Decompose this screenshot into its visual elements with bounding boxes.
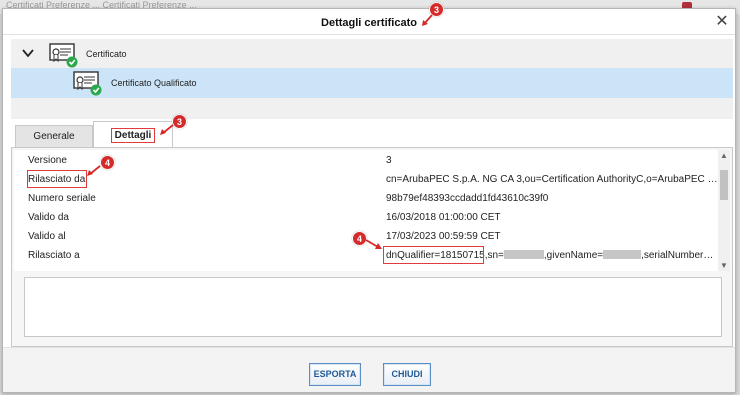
annotation-box-dn-qualifier	[383, 246, 484, 264]
annotation-box-issuer	[27, 170, 87, 188]
field-name: Versione	[28, 155, 67, 166]
chevron-down-icon[interactable]	[21, 46, 35, 60]
field-name: Valido al	[28, 231, 66, 242]
annotation-arrow-dn-qualifier	[365, 239, 382, 249]
field-value: cn=ArubaPEC S.p.A. NG CA 3,ou=Certificat…	[386, 174, 718, 185]
table-row[interactable]: Rilasciato da cn=ArubaPEC S.p.A. NG CA 3…	[14, 170, 718, 189]
fields-grid: Versione 3 Rilasciato da cn=ArubaPEC S.p…	[14, 150, 718, 271]
annotation-arrow-issuer	[87, 165, 101, 176]
annotation-badge-issuer: 4	[100, 155, 115, 170]
field-value: 3	[386, 155, 392, 166]
scrollbar-thumb[interactable]	[720, 170, 728, 200]
close-button[interactable]: CHIUDI	[383, 363, 431, 386]
field-detail-textbox[interactable]	[24, 277, 722, 337]
field-name: Numero seriale	[28, 193, 96, 204]
field-name: Rilasciato a	[28, 250, 80, 261]
details-tabs: Generale Dettagli 3	[11, 114, 733, 149]
field-name: Valido da	[28, 212, 69, 223]
close-icon[interactable]: ✕	[714, 14, 730, 30]
scroll-down-icon[interactable]: ▼	[720, 261, 728, 270]
table-row[interactable]: Versione 3	[14, 151, 718, 170]
given-name-label: ,givenName=	[543, 250, 604, 261]
tree-item-qualified-label: Certificato Qualificato	[111, 78, 197, 88]
field-value: 16/03/2018 01:00:00 CET	[386, 212, 501, 223]
redacted-sn	[503, 250, 544, 259]
tree-item-root-label: Certificato	[86, 49, 127, 59]
tree-item-root[interactable]: Certificato	[11, 39, 733, 69]
field-value: 98b79ef48393ccdadd1fd43610c39f0	[386, 193, 549, 204]
serial-number-label: ,serialNumber=TI...	[641, 250, 718, 261]
annotation-arrow-tab	[160, 124, 174, 135]
dialog-title: Dettagli certificato	[321, 17, 417, 29]
annotation-arrow-title	[422, 14, 433, 26]
table-row[interactable]: Valido da 16/03/2018 01:00:00 CET	[14, 208, 718, 227]
dialog-footer: ESPORTA CHIUDI	[3, 347, 735, 392]
tab-generale[interactable]: Generale	[15, 125, 93, 149]
tree-item-qualified[interactable]: Certificato Qualificato	[11, 68, 733, 98]
sn-label: ,sn=	[484, 250, 504, 261]
redacted-given-name	[603, 250, 642, 259]
fields-scrollbar[interactable]: ▲ ▼	[718, 150, 730, 271]
certificate-verified-icon	[73, 71, 102, 96]
certificate-tree: Certificato Certificato Qualificato	[11, 39, 733, 119]
details-panel: Versione 3 Rilasciato da cn=ArubaPEC S.p…	[11, 147, 733, 347]
dialog-title-bar: Dettagli certificato ✕ 3	[3, 2, 735, 35]
scroll-up-icon[interactable]: ▲	[720, 151, 728, 160]
export-button[interactable]: ESPORTA	[309, 363, 361, 386]
table-row[interactable]: Numero seriale 98b79ef48393ccdadd1fd4361…	[14, 189, 718, 208]
certificate-verified-icon	[49, 43, 78, 68]
certificate-details-dialog: Dettagli certificato ✕ 3 Certificato Cer…	[2, 2, 736, 393]
field-value: 17/03/2023 00:59:59 CET	[386, 231, 501, 242]
annotation-box-tab	[111, 128, 155, 143]
